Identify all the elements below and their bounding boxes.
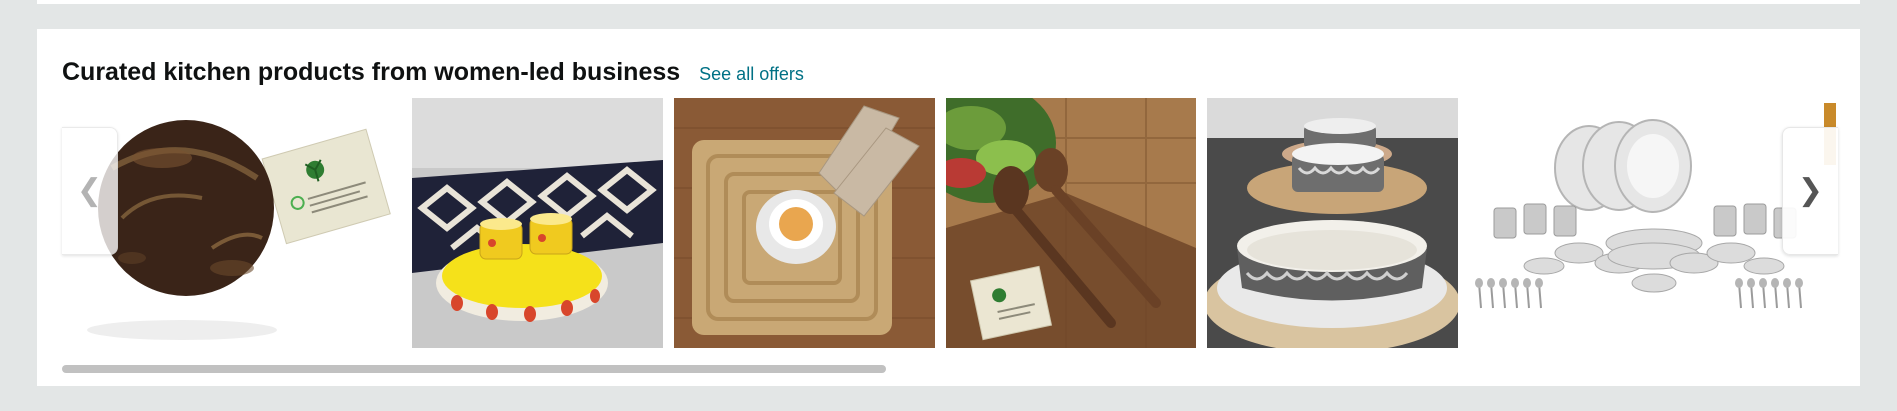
product-salad-servers[interactable] [946, 98, 1196, 348]
jute-placemat-image [674, 98, 935, 348]
see-all-offers-link[interactable]: See all offers [699, 64, 804, 85]
product-carousel-card: Curated kitchen products from women-led … [37, 29, 1860, 386]
chevron-left-icon: ❮ [76, 173, 103, 208]
product-ceramic-tray[interactable] [412, 98, 663, 348]
carousel-prev-button[interactable]: ❮ [62, 127, 118, 255]
ceramic-bowls-image [1207, 98, 1458, 348]
carousel-scrollbar-thumb[interactable] [62, 365, 886, 373]
card-header: Curated kitchen products from women-led … [62, 58, 804, 87]
chevron-right-icon: ❯ [1797, 173, 1824, 208]
section-title: Curated kitchen products from women-led … [62, 58, 681, 86]
carousel-next-button[interactable]: ❯ [1782, 127, 1838, 255]
product-carousel [62, 98, 1836, 348]
previous-card-edge [37, 0, 1860, 4]
salad-servers-image [946, 98, 1196, 348]
ceramic-tray-image [412, 98, 663, 348]
product-jute-placemat[interactable] [674, 98, 935, 348]
steel-dinner-set-image [1469, 98, 1836, 348]
carousel-scrollbar[interactable] [62, 365, 1836, 373]
product-steel-dinner-set[interactable] [1469, 98, 1836, 348]
product-ceramic-bowls[interactable] [1207, 98, 1458, 348]
